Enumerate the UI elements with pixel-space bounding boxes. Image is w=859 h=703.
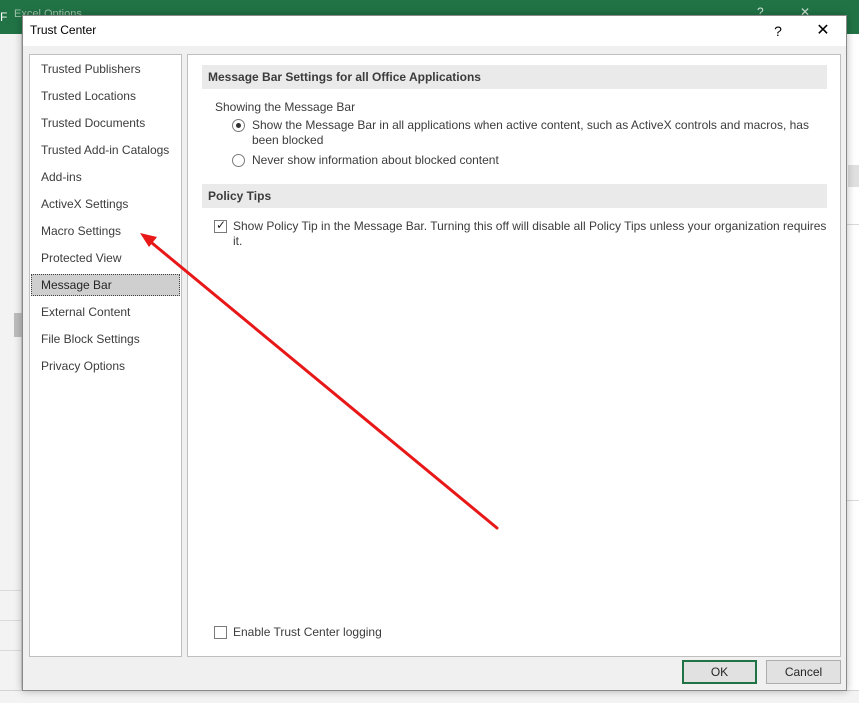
showing-message-bar-label: Showing the Message Bar bbox=[215, 100, 356, 114]
excel-scroll-thumb bbox=[14, 313, 22, 337]
nav-item-trusted-addin-catalogs[interactable]: Trusted Add-in Catalogs bbox=[31, 139, 180, 161]
close-icon[interactable]: ✕ bbox=[808, 16, 838, 46]
excel-gridline bbox=[0, 650, 22, 651]
nav-item-trusted-documents[interactable]: Trusted Documents bbox=[31, 112, 180, 134]
show-message-bar-radio[interactable] bbox=[232, 119, 245, 132]
check-mark-icon: ✓ bbox=[216, 218, 227, 232]
dialog-title-bar[interactable]: Trust Center ? ✕ bbox=[23, 16, 846, 46]
nav-item-message-bar[interactable]: Message Bar bbox=[31, 274, 180, 296]
nav-item-activex-settings[interactable]: ActiveX Settings bbox=[31, 193, 180, 215]
excel-side-tab bbox=[848, 165, 859, 187]
trust-center-dialog: Trust Center ? ✕ Trusted Publishers Trus… bbox=[22, 15, 847, 691]
nav-item-protected-view[interactable]: Protected View bbox=[31, 247, 180, 269]
excel-gridline bbox=[846, 224, 859, 225]
trust-center-logging-checkbox[interactable] bbox=[214, 626, 227, 639]
nav-item-add-ins[interactable]: Add-ins bbox=[31, 166, 180, 188]
policy-tip-label[interactable]: Show Policy Tip in the Message Bar. Turn… bbox=[233, 219, 828, 249]
show-message-bar-label[interactable]: Show the Message Bar in all applications… bbox=[252, 118, 812, 148]
trust-center-nav: Trusted Publishers Trusted Locations Tru… bbox=[29, 54, 182, 657]
ok-button[interactable]: OK bbox=[682, 660, 757, 684]
help-icon[interactable]: ? bbox=[763, 16, 793, 46]
excel-left-panel bbox=[0, 34, 22, 703]
excel-right-panel bbox=[846, 34, 859, 703]
message-bar-section-header: Message Bar Settings for all Office Appl… bbox=[202, 65, 827, 89]
trust-center-logging-label[interactable]: Enable Trust Center logging bbox=[233, 625, 382, 640]
excel-gridline bbox=[0, 590, 22, 591]
nav-item-trusted-locations[interactable]: Trusted Locations bbox=[31, 85, 180, 107]
never-show-label[interactable]: Never show information about blocked con… bbox=[252, 153, 812, 168]
excel-gridline bbox=[0, 620, 22, 621]
nav-item-macro-settings[interactable]: Macro Settings bbox=[31, 220, 180, 242]
nav-item-trusted-publishers[interactable]: Trusted Publishers bbox=[31, 58, 180, 80]
nav-item-external-content[interactable]: External Content bbox=[31, 301, 180, 323]
nav-item-privacy-options[interactable]: Privacy Options bbox=[31, 355, 180, 377]
policy-tips-section-header: Policy Tips bbox=[202, 184, 827, 208]
policy-tip-checkbox[interactable]: ✓ bbox=[214, 218, 227, 233]
cancel-button[interactable]: Cancel bbox=[766, 660, 841, 684]
dialog-title: Trust Center bbox=[30, 23, 97, 37]
nav-item-file-block-settings[interactable]: File Block Settings bbox=[31, 328, 180, 350]
never-show-radio[interactable] bbox=[232, 154, 245, 167]
excel-app-letter: F bbox=[0, 10, 8, 24]
settings-panel: Message Bar Settings for all Office Appl… bbox=[187, 54, 841, 657]
excel-gridline bbox=[846, 500, 859, 501]
excel-status-strip bbox=[0, 690, 859, 703]
